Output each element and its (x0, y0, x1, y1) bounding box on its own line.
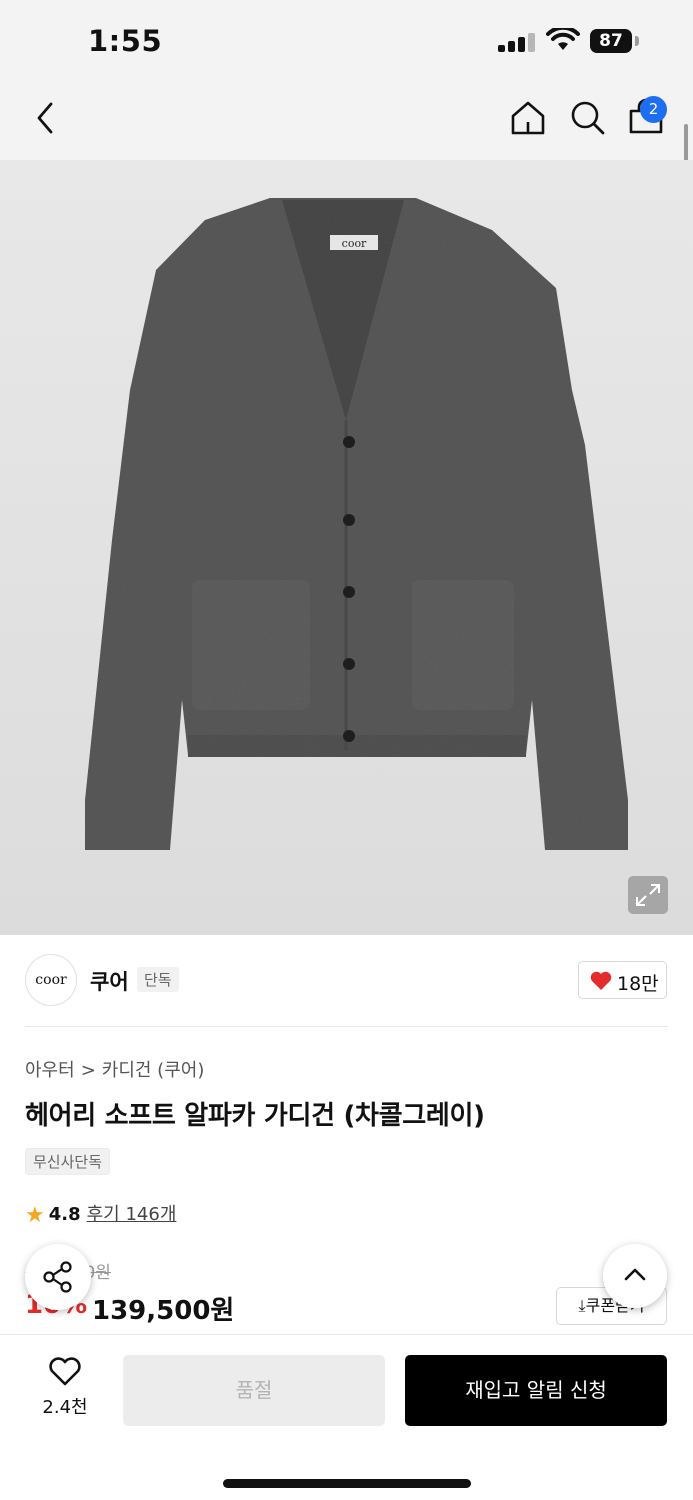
search-icon[interactable] (568, 98, 608, 138)
cart-badge: 2 (640, 96, 667, 123)
breadcrumb-separator: > (80, 1060, 96, 1081)
battery-icon: 87 (590, 29, 632, 53)
share-button[interactable] (25, 1244, 91, 1310)
share-icon (43, 1261, 72, 1293)
back-icon[interactable] (28, 96, 62, 140)
restock-alert-button[interactable]: 재입고 알림 신청 (405, 1355, 667, 1426)
brand-like-button[interactable]: 18만 (578, 961, 667, 999)
garment-label: coor (342, 237, 367, 250)
brand-name[interactable]: 쿠어 (90, 966, 129, 996)
brand-logo[interactable]: coor (25, 954, 77, 1006)
cardigan-image: coor (85, 198, 628, 850)
home-icon[interactable] (508, 98, 548, 138)
exclusive-tag: 무신사단독 (25, 1148, 111, 1175)
expand-button[interactable] (628, 876, 668, 914)
divider (25, 1026, 668, 1027)
review-link[interactable]: 후기 146개 (87, 1204, 177, 1225)
status-time: 1:55 (88, 24, 163, 58)
star-icon: ★ (25, 1203, 45, 1228)
brand-exclusive-tag: 단독 (137, 967, 179, 992)
rating: ★ 4.8 후기 146개 (25, 1200, 176, 1228)
breadcrumb-category[interactable]: 아우터 (25, 1060, 75, 1081)
scroll-top-button[interactable] (603, 1244, 667, 1308)
wishlist-button[interactable]: 2.4천 (30, 1357, 100, 1419)
breadcrumb-subcategory[interactable]: 카디건 (쿠어) (102, 1060, 205, 1081)
rating-score: 4.8 (48, 1204, 81, 1225)
cellular-signal-icon (498, 32, 536, 52)
breadcrumb: 아우터 > 카디건 (쿠어) (25, 1056, 204, 1082)
soldout-button: 품절 (123, 1355, 385, 1426)
brand-like-count: 18만 (617, 973, 659, 995)
expand-icon (636, 884, 660, 906)
battery-cap (635, 36, 639, 46)
sale-price: 139,500원 (92, 1296, 235, 1326)
download-icon: ⤓ (578, 1296, 586, 1315)
heart-outline-icon (49, 1357, 81, 1386)
wishlist-count: 2.4천 (42, 1397, 88, 1418)
home-indicator[interactable] (223, 1479, 471, 1488)
product-image[interactable]: coor (0, 160, 693, 935)
heart-filled-icon (590, 971, 612, 990)
top-bar: 1:55 87 2 (0, 0, 693, 160)
chevron-up-icon (624, 1268, 646, 1281)
wifi-icon (546, 28, 580, 50)
bottom-action-bar: 2.4천 품절 재입고 알림 신청 (0, 1334, 693, 1500)
product-title: 헤어리 소프트 알파카 가디건 (차콜그레이) (25, 1101, 485, 1131)
